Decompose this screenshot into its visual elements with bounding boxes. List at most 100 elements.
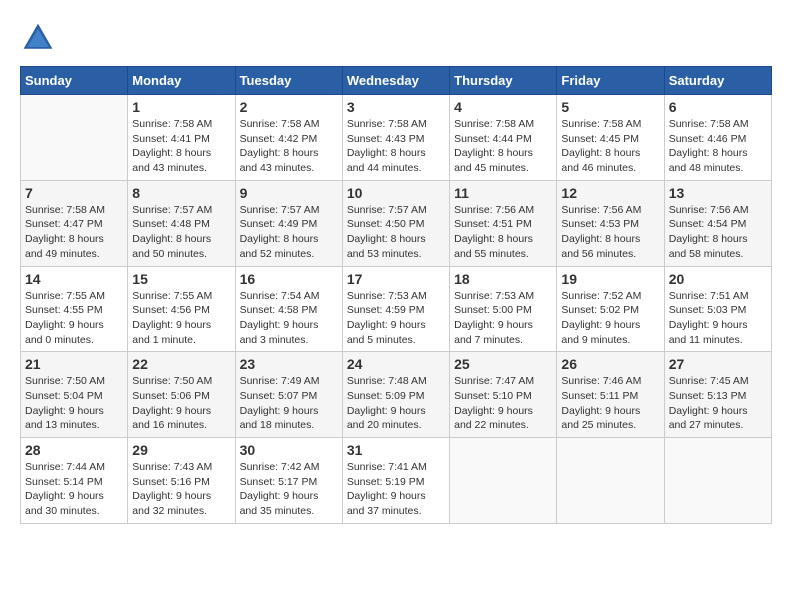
calendar-day-cell — [557, 438, 664, 524]
day-number: 2 — [240, 99, 338, 115]
day-number: 24 — [347, 356, 445, 372]
day-of-week-header: Thursday — [450, 67, 557, 95]
calendar-day-cell: 27 Sunrise: 7:45 AMSunset: 5:13 PMDayligh… — [664, 352, 771, 438]
calendar-day-cell: 8 Sunrise: 7:57 AMSunset: 4:48 PMDaylight… — [128, 180, 235, 266]
day-number: 6 — [669, 99, 767, 115]
day-info: Sunrise: 7:57 AMSunset: 4:49 PMDaylight:… — [240, 203, 338, 262]
calendar-day-cell: 28 Sunrise: 7:44 AMSunset: 5:14 PMDayligh… — [21, 438, 128, 524]
day-info: Sunrise: 7:48 AMSunset: 5:09 PMDaylight:… — [347, 374, 445, 433]
calendar-day-cell — [21, 95, 128, 181]
day-info: Sunrise: 7:58 AMSunset: 4:43 PMDaylight:… — [347, 117, 445, 176]
day-number: 26 — [561, 356, 659, 372]
day-number: 22 — [132, 356, 230, 372]
calendar-week-row: 7 Sunrise: 7:58 AMSunset: 4:47 PMDaylight… — [21, 180, 772, 266]
day-number: 21 — [25, 356, 123, 372]
day-info: Sunrise: 7:43 AMSunset: 5:16 PMDaylight:… — [132, 460, 230, 519]
calendar-day-cell: 17Sunrise: 7:53 AMSunset: 4:59 PMDayligh… — [342, 266, 449, 352]
day-info: Sunrise: 7:55 AMSunset: 4:55 PMDaylight:… — [25, 289, 123, 348]
calendar-week-row: 1 Sunrise: 7:58 AMSunset: 4:41 PMDaylight… — [21, 95, 772, 181]
day-info: Sunrise: 7:47 AMSunset: 5:10 PMDaylight:… — [454, 374, 552, 433]
day-number: 12 — [561, 185, 659, 201]
day-info: Sunrise: 7:58 AMSunset: 4:46 PMDaylight:… — [669, 117, 767, 176]
calendar-day-cell: 19 Sunrise: 7:52 AMSunset: 5:02 PMDayligh… — [557, 266, 664, 352]
day-number: 4 — [454, 99, 552, 115]
calendar-day-cell: 5 Sunrise: 7:58 AMSunset: 4:45 PMDaylight… — [557, 95, 664, 181]
calendar-day-cell: 2Sunrise: 7:58 AMSunset: 4:42 PMDaylight… — [235, 95, 342, 181]
day-of-week-header: Wednesday — [342, 67, 449, 95]
day-info: Sunrise: 7:51 AMSunset: 5:03 PMDaylight:… — [669, 289, 767, 348]
calendar-day-cell: 24 Sunrise: 7:48 AMSunset: 5:09 PMDayligh… — [342, 352, 449, 438]
logo-icon — [20, 20, 56, 56]
day-of-week-header: Saturday — [664, 67, 771, 95]
day-of-week-header: Friday — [557, 67, 664, 95]
calendar-week-row: 21 Sunrise: 7:50 AMSunset: 5:04 PMDayligh… — [21, 352, 772, 438]
calendar-day-cell: 10Sunrise: 7:57 AMSunset: 4:50 PMDayligh… — [342, 180, 449, 266]
day-info: Sunrise: 7:56 AMSunset: 4:54 PMDaylight:… — [669, 203, 767, 262]
day-number: 28 — [25, 442, 123, 458]
day-info: Sunrise: 7:58 AMSunset: 4:41 PMDaylight:… — [132, 117, 230, 176]
day-info: Sunrise: 7:52 AMSunset: 5:02 PMDaylight:… — [561, 289, 659, 348]
day-of-week-header: Sunday — [21, 67, 128, 95]
day-info: Sunrise: 7:49 AMSunset: 5:07 PMDaylight:… — [240, 374, 338, 433]
day-number: 5 — [561, 99, 659, 115]
day-of-week-header: Monday — [128, 67, 235, 95]
day-number: 18 — [454, 271, 552, 287]
day-info: Sunrise: 7:44 AMSunset: 5:14 PMDaylight:… — [25, 460, 123, 519]
day-of-week-header: Tuesday — [235, 67, 342, 95]
calendar-day-cell: 16 Sunrise: 7:54 AMSunset: 4:58 PMDayligh… — [235, 266, 342, 352]
day-info: Sunrise: 7:56 AMSunset: 4:53 PMDaylight:… — [561, 203, 659, 262]
calendar-day-cell: 26 Sunrise: 7:46 AMSunset: 5:11 PMDayligh… — [557, 352, 664, 438]
day-number: 3 — [347, 99, 445, 115]
calendar-day-cell: 3 Sunrise: 7:58 AMSunset: 4:43 PMDaylight… — [342, 95, 449, 181]
day-number: 1 — [132, 99, 230, 115]
calendar-day-cell: 12 Sunrise: 7:56 AMSunset: 4:53 PMDayligh… — [557, 180, 664, 266]
calendar-day-cell — [664, 438, 771, 524]
day-info: Sunrise: 7:50 AMSunset: 5:04 PMDaylight:… — [25, 374, 123, 433]
day-number: 25 — [454, 356, 552, 372]
calendar-day-cell: 29 Sunrise: 7:43 AMSunset: 5:16 PMDayligh… — [128, 438, 235, 524]
day-info: Sunrise: 7:55 AMSunset: 4:56 PMDaylight:… — [132, 289, 230, 348]
calendar-day-cell: 4 Sunrise: 7:58 AMSunset: 4:44 PMDaylight… — [450, 95, 557, 181]
day-info: Sunrise: 7:53 AMSunset: 5:00 PMDaylight:… — [454, 289, 552, 348]
day-info: Sunrise: 7:58 AMSunset: 4:44 PMDaylight:… — [454, 117, 552, 176]
day-number: 17 — [347, 271, 445, 287]
calendar-day-cell: 30Sunrise: 7:42 AMSunset: 5:17 PMDayligh… — [235, 438, 342, 524]
day-number: 7 — [25, 185, 123, 201]
day-info: Sunrise: 7:58 AMSunset: 4:45 PMDaylight:… — [561, 117, 659, 176]
day-number: 8 — [132, 185, 230, 201]
page-header — [20, 20, 772, 56]
day-number: 14 — [25, 271, 123, 287]
calendar-day-cell: 6 Sunrise: 7:58 AMSunset: 4:46 PMDaylight… — [664, 95, 771, 181]
day-number: 13 — [669, 185, 767, 201]
day-number: 16 — [240, 271, 338, 287]
day-number: 19 — [561, 271, 659, 287]
day-number: 9 — [240, 185, 338, 201]
calendar-day-cell: 1 Sunrise: 7:58 AMSunset: 4:41 PMDaylight… — [128, 95, 235, 181]
day-number: 29 — [132, 442, 230, 458]
day-info: Sunrise: 7:57 AMSunset: 4:50 PMDaylight:… — [347, 203, 445, 262]
day-info: Sunrise: 7:41 AMSunset: 5:19 PMDaylight:… — [347, 460, 445, 519]
calendar-day-cell: 20 Sunrise: 7:51 AMSunset: 5:03 PMDayligh… — [664, 266, 771, 352]
logo — [20, 20, 60, 56]
calendar-week-row: 14 Sunrise: 7:55 AMSunset: 4:55 PMDayligh… — [21, 266, 772, 352]
calendar-table: SundayMondayTuesdayWednesdayThursdayFrid… — [20, 66, 772, 524]
day-info: Sunrise: 7:56 AMSunset: 4:51 PMDaylight:… — [454, 203, 552, 262]
day-info: Sunrise: 7:57 AMSunset: 4:48 PMDaylight:… — [132, 203, 230, 262]
day-info: Sunrise: 7:45 AMSunset: 5:13 PMDaylight:… — [669, 374, 767, 433]
day-number: 27 — [669, 356, 767, 372]
day-info: Sunrise: 7:42 AMSunset: 5:17 PMDaylight:… — [240, 460, 338, 519]
calendar-day-cell: 21 Sunrise: 7:50 AMSunset: 5:04 PMDayligh… — [21, 352, 128, 438]
day-number: 15 — [132, 271, 230, 287]
day-number: 11 — [454, 185, 552, 201]
calendar-day-cell: 9 Sunrise: 7:57 AMSunset: 4:49 PMDaylight… — [235, 180, 342, 266]
day-info: Sunrise: 7:58 AMSunset: 4:47 PMDaylight:… — [25, 203, 123, 262]
calendar-day-cell: 14 Sunrise: 7:55 AMSunset: 4:55 PMDayligh… — [21, 266, 128, 352]
day-info: Sunrise: 7:54 AMSunset: 4:58 PMDaylight:… — [240, 289, 338, 348]
day-number: 31 — [347, 442, 445, 458]
calendar-day-cell: 23Sunrise: 7:49 AMSunset: 5:07 PMDayligh… — [235, 352, 342, 438]
calendar-day-cell: 18 Sunrise: 7:53 AMSunset: 5:00 PMDayligh… — [450, 266, 557, 352]
calendar-week-row: 28 Sunrise: 7:44 AMSunset: 5:14 PMDayligh… — [21, 438, 772, 524]
day-info: Sunrise: 7:46 AMSunset: 5:11 PMDaylight:… — [561, 374, 659, 433]
day-number: 20 — [669, 271, 767, 287]
day-info: Sunrise: 7:50 AMSunset: 5:06 PMDaylight:… — [132, 374, 230, 433]
